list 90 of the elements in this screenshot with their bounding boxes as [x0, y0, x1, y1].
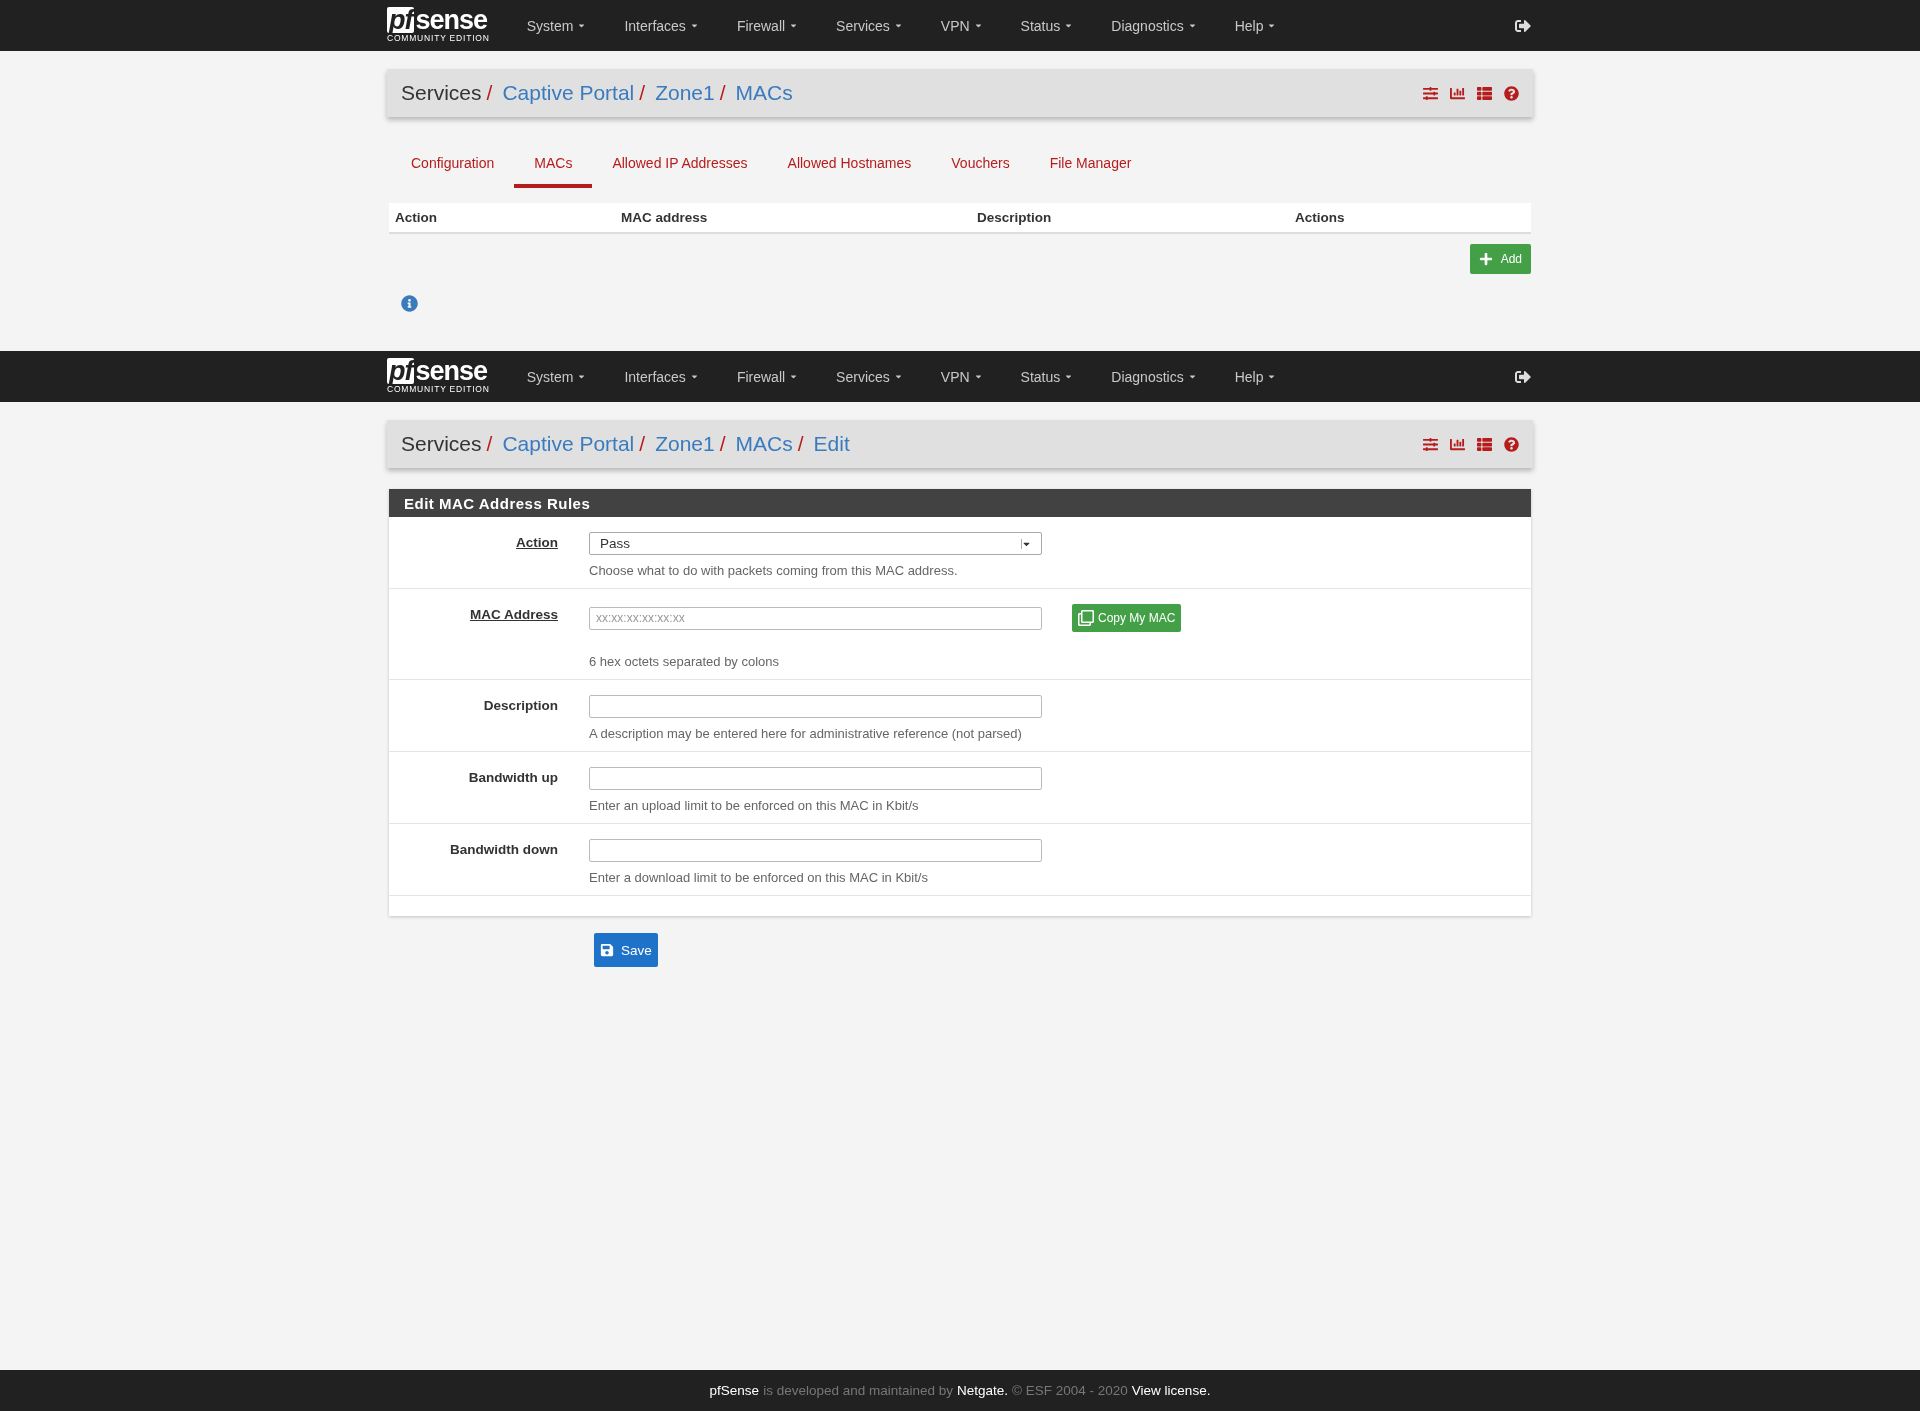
panel-title: Edit MAC Address Rules — [389, 489, 1531, 517]
tab[interactable]: Allowed Hostnames — [767, 143, 932, 188]
sliders-icon[interactable] — [1423, 85, 1438, 101]
field-label: Description — [483, 698, 558, 715]
plus-icon — [1478, 252, 1493, 266]
breadcrumb-separator: / — [797, 432, 804, 456]
copy-icon — [1078, 610, 1094, 626]
field-label: Bandwidth down — [450, 842, 558, 859]
breadcrumb-separator: / — [719, 432, 726, 456]
logout-icon[interactable] — [1515, 17, 1531, 34]
nav-menu[interactable]: Interfaces — [605, 368, 718, 385]
tab[interactable]: Configuration — [391, 143, 515, 188]
caret-icon — [893, 21, 903, 30]
caret-icon — [1064, 372, 1074, 381]
caret-icon — [973, 372, 983, 381]
breadcrumb-separator: / — [486, 81, 493, 105]
nav-menu[interactable]: Services — [817, 17, 922, 34]
column-header: Actions — [1295, 210, 1346, 225]
footer-text: © ESF 2004 - 2020 — [1012, 1383, 1128, 1398]
text-field[interactable] — [589, 767, 1042, 790]
breadcrumb-text: Services — [401, 81, 482, 105]
logo[interactable]: pfsense COMMUNITY EDITION — [387, 358, 490, 395]
text-field[interactable] — [589, 695, 1042, 718]
field-hint: 6 hex octets separated by colons — [589, 654, 781, 669]
field-hint: Choose what to do with packets coming from this MAC address. — [589, 563, 959, 578]
breadcrumb-separator: / — [639, 432, 646, 456]
field-label-link[interactable]: MAC Address — [470, 607, 558, 669]
help-icon[interactable] — [1504, 436, 1519, 452]
caret-icon — [689, 21, 699, 30]
info-icon[interactable] — [401, 295, 418, 312]
breadcrumb-separator: / — [486, 432, 493, 456]
bar-chart-icon[interactable] — [1450, 85, 1465, 101]
breadcrumb-text: Services — [401, 432, 482, 456]
caret-icon — [577, 21, 587, 30]
nav-menu[interactable]: System — [507, 368, 606, 385]
field-hint: Enter a download limit to be enforced on this MAC in Kbit/s — [589, 870, 929, 885]
breadcrumb-separator: / — [639, 81, 646, 105]
breadcrumb-separator: / — [719, 81, 726, 105]
footer-link[interactable]: View license. — [1131, 1383, 1211, 1398]
caret-icon — [973, 21, 983, 30]
field-hint: A description may be entered here for administrative reference (not parsed) — [589, 726, 1023, 741]
sliders-icon[interactable] — [1423, 436, 1438, 452]
nav-menu[interactable]: Help — [1215, 17, 1296, 34]
caret-icon — [1267, 372, 1277, 381]
footer-link[interactable]: pfSense — [709, 1383, 760, 1398]
action-select[interactable]: Pass — [589, 532, 1042, 555]
save-icon — [600, 943, 614, 957]
caret-icon — [1021, 538, 1031, 549]
nav-menu[interactable]: Diagnostics — [1092, 368, 1216, 385]
column-header: Description — [977, 210, 1053, 225]
caret-icon — [577, 372, 587, 381]
nav-menu[interactable]: Firewall — [717, 368, 818, 385]
caret-icon — [1187, 21, 1197, 30]
field-label: Bandwidth up — [468, 770, 558, 787]
nav-menu[interactable]: System — [507, 17, 606, 34]
caret-icon — [789, 21, 799, 30]
text-field[interactable] — [589, 839, 1042, 862]
footer-link[interactable]: Netgate. — [957, 1383, 1009, 1398]
nav-menu[interactable]: VPN — [921, 368, 1002, 385]
column-header: MAC address — [621, 210, 709, 225]
text-field[interactable]: xx:xx:xx:xx:xx:xx — [589, 606, 1042, 630]
caret-icon — [689, 372, 699, 381]
nav-menu[interactable]: Status — [1001, 368, 1093, 385]
footer-text: is developed and maintained by — [763, 1383, 954, 1398]
caret-icon — [893, 372, 903, 381]
caret-icon — [1187, 372, 1197, 381]
bar-chart-icon[interactable] — [1450, 436, 1465, 452]
list-icon[interactable] — [1477, 85, 1492, 101]
nav-menu[interactable]: Services — [817, 368, 922, 385]
tab[interactable]: Allowed IP Addresses — [592, 143, 768, 188]
nav-menu[interactable]: Help — [1215, 368, 1296, 385]
nav-menu[interactable]: Interfaces — [605, 17, 718, 34]
caret-icon — [1267, 21, 1277, 30]
logout-icon[interactable] — [1515, 368, 1531, 385]
tab[interactable]: MACs — [514, 143, 593, 188]
caret-icon — [789, 372, 799, 381]
help-icon[interactable] — [1504, 85, 1519, 101]
save-button[interactable]: Save — [594, 933, 658, 967]
nav-menu[interactable]: Firewall — [717, 17, 818, 34]
logo[interactable]: pfsense COMMUNITY EDITION — [387, 7, 490, 44]
nav-menu[interactable]: Diagnostics — [1092, 17, 1216, 34]
list-icon[interactable] — [1477, 436, 1492, 452]
column-header: Action — [395, 210, 438, 225]
caret-icon — [1064, 21, 1074, 30]
tab[interactable]: File Manager — [1029, 143, 1152, 188]
tab[interactable]: Vouchers — [931, 143, 1030, 188]
field-hint: Enter an upload limit to be enforced on this MAC in Kbit/s — [589, 798, 920, 813]
nav-menu[interactable]: VPN — [921, 17, 1002, 34]
nav-menu[interactable]: Status — [1001, 17, 1093, 34]
field-label-link[interactable]: Action — [516, 535, 558, 578]
